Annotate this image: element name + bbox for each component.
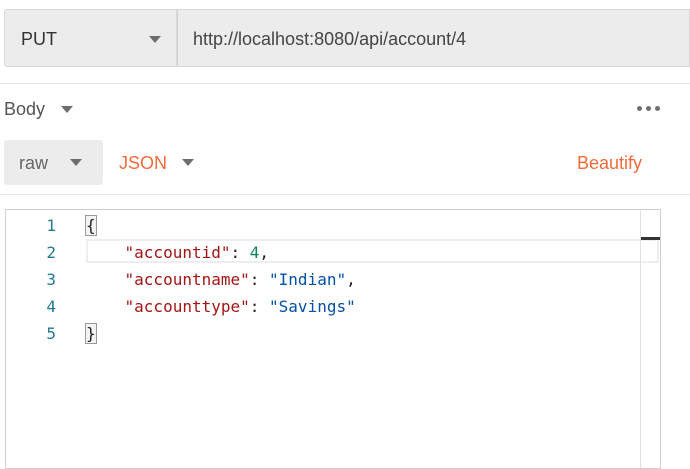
body-mode-select[interactable]: raw [4,140,103,185]
editor-scrollbar[interactable] [640,210,660,468]
json-value: "Indian" [269,270,347,289]
json-punct: , [259,243,270,262]
editor-divider [0,194,690,195]
format-select[interactable]: JSON [119,153,167,174]
beautify-link[interactable]: Beautify [577,153,642,174]
json-key: "accounttype" [124,297,250,316]
line-number: 4 [46,297,56,316]
request-bar: PUT http://localhost:8080/api/account/4 [4,9,690,67]
line-number-gutter: 1 2 3 4 5 [6,210,76,468]
method-select[interactable]: PUT [4,9,177,67]
url-input[interactable]: http://localhost:8080/api/account/4 [177,9,690,67]
chevron-down-icon [149,36,161,43]
method-label: PUT [21,29,57,49]
json-key: "accountname" [124,270,250,289]
chevron-down-icon[interactable] [61,106,73,113]
line-number: 5 [46,324,56,343]
chevron-down-icon[interactable] [182,159,194,166]
line-number: 3 [46,270,56,289]
json-value: 4 [249,243,260,262]
chevron-down-icon [70,159,82,166]
more-horizontal-icon[interactable] [637,106,661,112]
scroll-position-marker [641,237,660,240]
close-brace: } [85,323,97,344]
code-line: } [85,323,97,344]
code-line: "accountid": 4, [124,243,270,262]
code-line: "accounttype": "Savings" [124,297,356,316]
json-key: "accountid" [124,243,231,262]
open-brace: { [85,215,97,236]
code-line: "accountname": "Indian", [124,270,356,289]
line-number: 1 [46,216,56,235]
json-value: "Savings" [269,297,356,316]
body-mode-label: raw [19,153,49,173]
code-editor[interactable]: 1 2 3 4 5 { "accountid": 4, "accountname… [5,209,661,469]
url-text: http://localhost:8080/api/account/4 [193,29,467,49]
body-tab[interactable]: Body [4,99,45,120]
section-divider [0,83,690,84]
line-number: 2 [46,243,56,262]
code-line: { [85,215,97,236]
json-punct: , [346,270,356,289]
